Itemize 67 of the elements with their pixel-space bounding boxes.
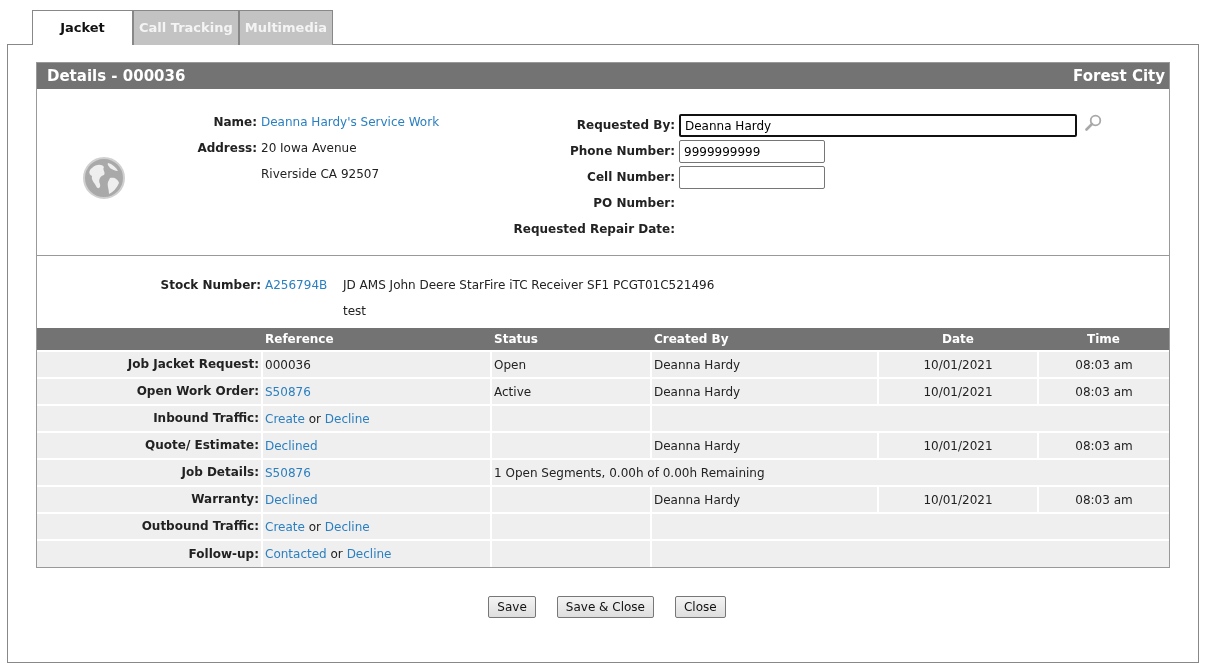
reference-link[interactable]: Declined	[265, 492, 318, 507]
field-label: Cell Number:	[586, 169, 676, 186]
field-label: Phone Number:	[569, 143, 676, 160]
table-cell: 10/01/2021	[878, 378, 1038, 405]
row-label: Open Work Order:	[37, 378, 262, 405]
row-label: Follow-up:	[37, 540, 262, 567]
reference-link[interactable]: Create	[265, 519, 305, 534]
table-cell: 10/01/2021	[878, 486, 1038, 513]
row-label: Job Details:	[37, 459, 262, 486]
row-label: Warranty:	[37, 486, 262, 513]
details-title: Details - 000036	[47, 65, 186, 87]
action-button[interactable]: Save & Close	[556, 596, 654, 618]
row-label: Quote/ Estimate:	[37, 432, 262, 459]
column-header: Created By	[651, 328, 878, 351]
address-text: 20 Iowa Avenue	[261, 140, 358, 157]
table-cell: Deanna Hardy	[651, 351, 878, 378]
reference-link[interactable]: Contacted	[265, 547, 327, 561]
location-label: Forest City	[1073, 65, 1165, 87]
column-header: Reference	[262, 328, 491, 351]
reference-link[interactable]: Decline	[324, 411, 370, 426]
field-label: PO Number:	[592, 195, 676, 212]
input-field[interactable]: 9999999999	[679, 140, 825, 163]
field-label: Address:	[196, 140, 258, 157]
field-label: Name:	[212, 114, 258, 131]
globe-icon	[82, 155, 126, 200]
tab[interactable]: Jacket	[32, 10, 133, 45]
reference-link[interactable]: Create	[265, 411, 305, 426]
reference-link[interactable]: Decline	[346, 547, 392, 561]
note-text: test	[343, 303, 368, 320]
table-cell: 10/01/2021	[878, 351, 1038, 378]
table-cell: 08:03 am	[1038, 378, 1169, 405]
table-cell: Open	[491, 351, 651, 378]
row-label: Outbound Traffic:	[37, 513, 262, 540]
reference-link[interactable]: Declined	[265, 438, 318, 453]
row-label: Job Jacket Request:	[37, 351, 262, 378]
table-cell: 08:03 am	[1038, 432, 1169, 459]
reference-link[interactable]: Decline	[324, 519, 370, 534]
reference-text: 000036	[265, 357, 311, 372]
reference-text: or	[308, 519, 321, 534]
table-cell: 10/01/2021	[878, 432, 1038, 459]
row-label: Inbound Traffic:	[37, 405, 262, 432]
table-cell: 08:03 am	[1038, 351, 1169, 378]
input-field[interactable]: Deanna Hardy	[679, 114, 1077, 137]
column-header: Date	[878, 328, 1038, 351]
action-button[interactable]: Close	[674, 596, 726, 618]
table-cell: Active	[491, 378, 651, 405]
stock-number-link[interactable]: A256794B	[265, 278, 328, 292]
input-field[interactable]	[679, 166, 825, 189]
reference-text: or	[308, 411, 321, 426]
stock-description: JD AMS John Deere StarFire iTC Receiver SF1 PCGT01C521496	[343, 277, 716, 294]
table-cell: Deanna Hardy	[651, 432, 878, 459]
action-button[interactable]: Save	[488, 596, 536, 618]
column-header: Time	[1038, 328, 1169, 351]
reference-link[interactable]: S50876	[265, 384, 311, 399]
address-text: Riverside CA 92507	[261, 166, 381, 183]
search-icon[interactable]	[1085, 114, 1102, 131]
field-label: Stock Number:	[159, 277, 262, 294]
field-label: Requested Repair Date:	[512, 221, 676, 238]
column-header: Status	[491, 328, 651, 351]
table-cell: Deanna Hardy	[651, 486, 878, 513]
table-cell: Deanna Hardy	[651, 378, 878, 405]
field-label: Requested By:	[575, 117, 676, 134]
reference-link[interactable]: S50876	[265, 465, 311, 480]
table-cell: 08:03 am	[1038, 486, 1169, 513]
name-link[interactable]: Deanna Hardy's Service Work	[261, 115, 440, 129]
table-cell: 1 Open Segments, 0.00h of 0.00h Remaining	[491, 459, 1169, 486]
reference-text: or	[330, 547, 343, 561]
